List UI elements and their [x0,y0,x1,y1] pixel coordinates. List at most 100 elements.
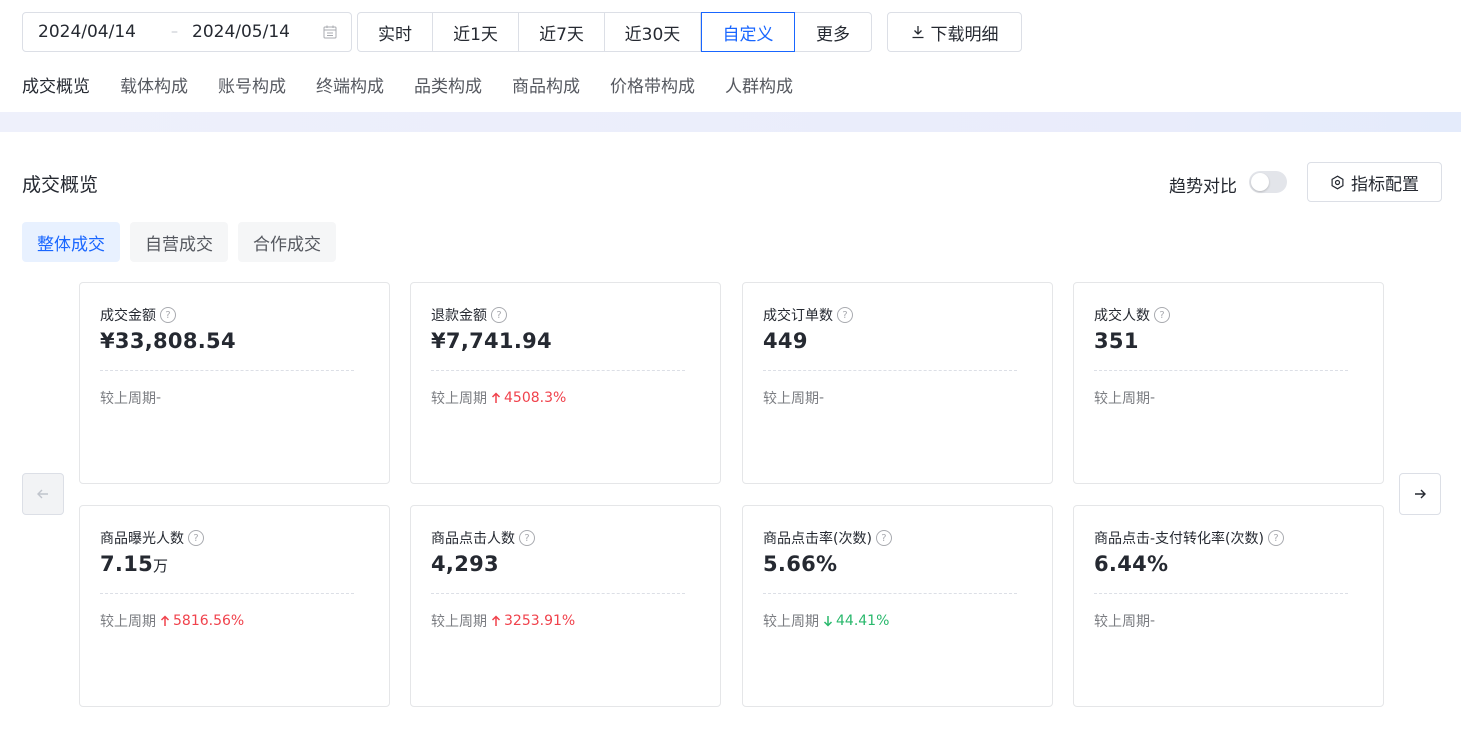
compare-change: 3253.91% [504,613,576,629]
compare-change-wrap: 4508.3% [491,390,566,406]
metric-label-row: 成交金额? [100,305,176,325]
compare-change: 4508.3% [504,390,567,406]
period-compare: 较上周期 - [763,388,824,408]
metric-label-row: 商品曝光人数? [100,528,204,548]
compare-prefix: 较上周期 [1094,614,1150,630]
tab-self-operated[interactable]: 自营成交 [130,222,228,262]
card-divider [431,370,685,371]
metric-label-row: 成交人数? [1094,305,1170,325]
time-option-realtime[interactable]: 实时 [358,13,433,51]
subnav-item-product[interactable]: 商品构成 [512,72,580,98]
help-icon[interactable]: ? [1267,530,1284,546]
calendar-icon[interactable] [323,25,337,39]
metric-card[interactable]: 商品点击-支付转化率(次数)? 6.44% 较上周期 - [1073,505,1384,707]
metric-card[interactable]: 退款金额? ¥7,741.94 较上周期 4508.3% [410,282,721,484]
settings-icon [1331,175,1344,189]
period-compare: 较上周期 44.41% [763,611,889,631]
help-icon[interactable]: ? [875,530,892,546]
period-compare: 较上周期 - [1094,388,1155,408]
metric-value-row: ¥33,808.54 [100,329,236,353]
metric-card[interactable]: 商品点击率(次数)? 5.66% 较上周期 44.41% [742,505,1053,707]
metric-card[interactable]: 成交金额? ¥33,808.54 较上周期 - [79,282,390,484]
metric-label: 退款金额 [431,308,487,324]
period-compare: 较上周期 3253.91% [431,611,575,631]
metric-label-row: 商品点击人数? [431,528,535,548]
card-divider [1094,370,1348,371]
compare-prefix: 较上周期 [763,614,819,630]
carousel-next-button[interactable] [1399,473,1441,515]
arrow-up-icon [491,615,501,626]
metric-card[interactable]: 成交人数? 351 较上周期 - [1073,282,1384,484]
download-detail-button[interactable]: 下载明细 [887,12,1022,52]
tab-overall[interactable]: 整体成交 [22,222,120,262]
arrow-down-icon [823,616,833,627]
subnav-item-carrier[interactable]: 载体构成 [120,72,188,98]
section-title: 成交概览 [22,174,99,196]
deal-type-tabs: 整体成交 自营成交 合作成交 [22,222,336,262]
metric-unit: 万 [153,557,169,575]
metric-card[interactable]: 商品曝光人数? 7.15万较上周期 5816.56% [79,505,390,707]
subnav-item-account[interactable]: 账号构成 [218,72,286,98]
trend-compare-toggle[interactable] [1249,171,1287,193]
metric-label-row: 商品点击率(次数)? [763,528,892,548]
metric-value-row: ¥7,741.94 [431,329,552,353]
metric-value-row: 7.15万 [100,552,168,576]
compare-change: - [1150,613,1156,629]
time-option-7d[interactable]: 近7天 [519,13,605,51]
compare-change-wrap: 3253.91% [491,613,575,629]
metric-value: 449 [763,329,808,353]
help-icon[interactable]: ? [491,307,507,323]
period-compare: 较上周期 5816.56% [100,611,244,631]
subnav-item-terminal[interactable]: 终端构成 [316,72,384,98]
compare-prefix: 较上周期 [431,614,487,630]
time-option-custom[interactable]: 自定义 [701,12,795,52]
time-option-more[interactable]: 更多 [795,13,871,51]
help-icon[interactable]: ? [519,530,535,546]
start-date[interactable]: 2024/04/14 [38,22,136,42]
end-date[interactable]: 2024/05/14 [192,22,290,42]
help-icon[interactable]: ? [160,307,176,323]
compare-prefix: 较上周期 [100,614,156,630]
compare-prefix: 较上周期 [763,391,819,407]
metric-card[interactable]: 商品点击人数? 4,293 较上周期 3253.91% [410,505,721,707]
section-divider-band [0,112,1461,132]
compare-change-wrap: 5816.56% [160,613,244,629]
trend-compare-label: 趋势对比 [1169,177,1237,197]
carousel-prev-button[interactable] [22,473,64,515]
compare-prefix: 较上周期 [1094,391,1150,407]
help-icon[interactable]: ? [837,307,853,323]
card-divider [100,593,354,594]
metric-value: 5.66% [763,552,838,576]
compare-prefix: 较上周期 [100,391,156,407]
metric-value: ¥33,808.54 [100,329,236,353]
help-icon[interactable]: ? [188,530,204,546]
subnav-item-overview[interactable]: 成交概览 [22,72,90,98]
metric-label-row: 商品点击-支付转化率(次数)? [1094,528,1284,548]
metric-card[interactable]: 成交订单数? 449 较上周期 - [742,282,1053,484]
time-period-selector: 实时 近1天 近7天 近30天 自定义 更多 [357,12,872,52]
arrow-left-icon [37,489,48,499]
toggle-knob [1251,173,1269,191]
metric-value-row: 4,293 [431,552,499,576]
tab-cooperation[interactable]: 合作成交 [238,222,336,262]
subnav-item-price-band[interactable]: 价格带构成 [610,72,695,98]
metric-value: 6.44% [1094,552,1169,576]
compare-change: - [1150,390,1156,406]
help-icon[interactable]: ? [1154,307,1170,323]
metric-value: 7.15 [100,552,154,576]
compare-change: 44.41% [836,613,890,629]
subnav-item-audience[interactable]: 人群构成 [725,72,793,98]
time-option-1d[interactable]: 近1天 [433,13,519,51]
metric-config-button[interactable]: 指标配置 [1307,162,1442,202]
time-option-30d[interactable]: 近30天 [605,13,701,51]
date-range-picker[interactable]: 2024/04/14 – 2024/05/14 [22,12,352,52]
metric-label-row: 退款金额? [431,305,507,325]
date-separator: – [171,24,178,40]
compare-change: - [819,390,825,406]
compare-change: 5816.56% [173,613,245,629]
card-divider [763,593,1017,594]
period-compare: 较上周期 - [1094,611,1155,631]
subnav-item-category[interactable]: 品类构成 [414,72,482,98]
metric-config-label: 指标配置 [1351,174,1419,195]
sub-navigation: 成交概览 载体构成 账号构成 终端构成 品类构成 商品构成 价格带构成 人群构成 [22,72,823,98]
